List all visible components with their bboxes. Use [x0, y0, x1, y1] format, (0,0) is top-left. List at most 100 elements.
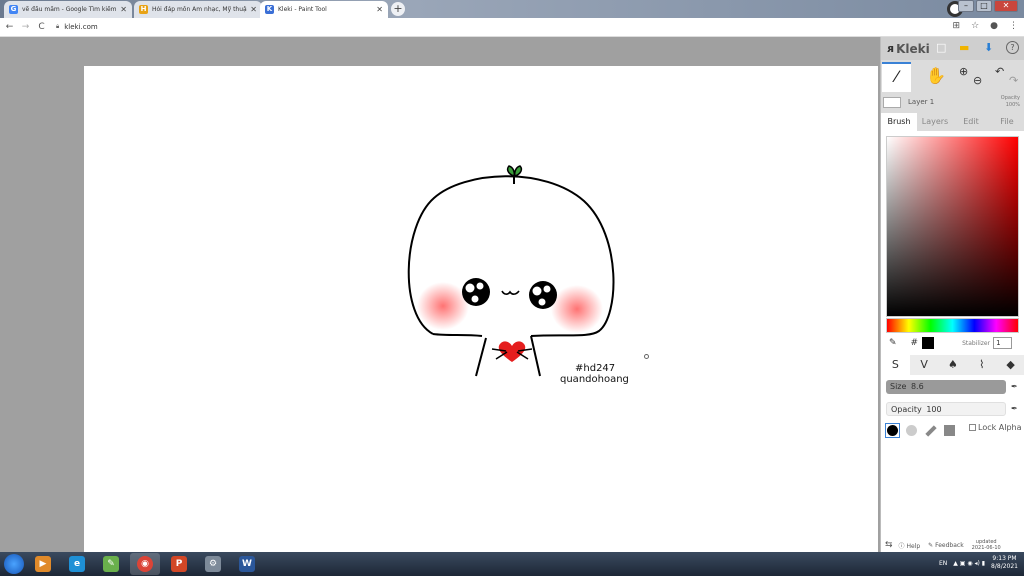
kleki-logo-text: Kleki: [896, 41, 930, 56]
kleki-logo-icon: ᴙ: [887, 42, 895, 55]
taskbar-paint[interactable]: ✎: [96, 553, 126, 575]
browser-tab-google[interactable]: G vẽ đầu mầm - Google Tìm kiếm ✕: [4, 1, 132, 18]
window-controls: – □ ✕: [958, 0, 1018, 12]
stabilizer-select[interactable]: 1: [993, 337, 1013, 349]
updated-date: 2021-06-10: [971, 545, 1001, 551]
bookmark-star-icon[interactable]: ☆: [971, 21, 979, 31]
browser-tab-hoidap[interactable]: H Hỏi đáp môn Âm nhạc, Mỹ thuật ✕: [134, 1, 262, 18]
eraser-icon[interactable]: ◆: [996, 355, 1024, 375]
start-button[interactable]: [4, 554, 24, 574]
chrome-icon: ◉: [137, 556, 153, 572]
zoom-out-icon[interactable]: ⊖: [973, 74, 982, 87]
clock[interactable]: 9:13 PM 8/8/2021: [991, 555, 1018, 571]
zoom-in-icon[interactable]: ⊕: [959, 65, 968, 78]
maximize-button[interactable]: □: [976, 0, 992, 12]
help-label: Help: [906, 542, 921, 550]
tab-edit[interactable]: Edit: [953, 113, 989, 131]
hue-slider[interactable]: [886, 318, 1019, 333]
taskbar-chrome[interactable]: ◉: [130, 553, 160, 575]
circle-shape-icon[interactable]: [885, 423, 900, 438]
undo-icon[interactable]: ↶: [995, 65, 1004, 78]
left-cheek-curve: [432, 333, 483, 337]
download-icon[interactable]: ⬇: [984, 41, 993, 54]
pen-brush-icon[interactable]: S: [881, 355, 910, 375]
lock-icon: 🔒︎: [56, 23, 60, 30]
taskbar-word[interactable]: W: [232, 553, 262, 575]
translate-icon[interactable]: ⊞: [953, 21, 961, 31]
close-tab-icon[interactable]: ✕: [376, 5, 383, 14]
hoidap-favicon-icon: H: [139, 5, 148, 14]
browser-tab-kleki[interactable]: K Kleki - Paint Tool ✕: [260, 1, 388, 18]
signature-hashtag: #hd247: [575, 363, 616, 374]
language-indicator[interactable]: EN: [939, 560, 947, 567]
layer-preview-row[interactable]: Layer 1 Opacity 100%: [881, 95, 1024, 111]
open-folder-icon[interactable]: ▬: [959, 41, 969, 54]
taskbar-tools[interactable]: ⚙: [198, 553, 228, 575]
taskbar-internet-explorer[interactable]: e: [62, 553, 92, 575]
tab-file[interactable]: File: [989, 113, 1024, 131]
word-icon: W: [239, 556, 255, 572]
panel-header: ᴙ Kleki □ ▬ ⬇ ?: [881, 37, 1024, 60]
color-saturation-value-picker[interactable]: [886, 136, 1019, 317]
hex-input-button[interactable]: #: [911, 338, 919, 348]
blend-brush-icon[interactable]: V: [910, 355, 939, 375]
opacity-pressure-icon[interactable]: ✒: [1011, 404, 1018, 413]
new-image-icon[interactable]: □: [936, 41, 946, 54]
left-eye-sparkle-3: [471, 295, 479, 303]
kleki-favicon-icon: K: [265, 5, 274, 14]
help-button[interactable]: ⓘ Help: [899, 541, 921, 550]
account-icon[interactable]: ●: [990, 21, 998, 31]
close-window-button[interactable]: ✕: [994, 0, 1018, 12]
brush-tool-button[interactable]: ⁄: [882, 62, 911, 92]
tray-icons[interactable]: ▲ ▣ ◉ ◂) ▮: [953, 560, 985, 567]
url-text: kleki.com: [64, 23, 98, 31]
close-tab-icon[interactable]: ✕: [250, 5, 257, 14]
taskbar-powerpoint[interactable]: P: [164, 553, 194, 575]
signature-name: quandohoang: [560, 374, 629, 385]
url-field[interactable]: 🔒︎ kleki.com: [56, 23, 98, 31]
left-blush: [417, 282, 469, 330]
current-color-swatch[interactable]: [922, 337, 935, 349]
back-icon[interactable]: ←: [3, 22, 16, 32]
opacity-label: Opacity: [891, 405, 922, 414]
redo-icon[interactable]: ↷: [1009, 74, 1018, 87]
swap-side-icon[interactable]: ⇆: [885, 540, 893, 550]
lock-alpha-checkbox[interactable]: Lock Alpha: [969, 423, 1022, 432]
kleki-logo: ᴙ Kleki: [887, 42, 930, 56]
sketchy-brush-icon[interactable]: ♠: [939, 355, 968, 375]
soft-circle-shape-icon[interactable]: [904, 423, 919, 438]
heart: [498, 341, 526, 362]
pixel-brush-icon[interactable]: ⌇: [967, 355, 996, 375]
reload-icon[interactable]: C: [35, 22, 48, 32]
eyedropper-icon[interactable]: ✎: [889, 338, 897, 348]
size-pressure-icon[interactable]: ✒: [1011, 382, 1018, 391]
feedback-button[interactable]: ✎ Feedback: [928, 542, 964, 549]
minimize-button[interactable]: –: [958, 0, 974, 12]
layer-opacity-label: Opacity: [1000, 95, 1020, 101]
tab-title: Kleki - Paint Tool: [278, 6, 327, 13]
mouth: [501, 290, 520, 295]
close-tab-icon[interactable]: ✕: [120, 5, 127, 14]
internet-explorer-icon: e: [69, 556, 85, 572]
square-shape-icon[interactable]: [942, 423, 957, 438]
google-favicon-icon: G: [9, 5, 18, 14]
canvas-workspace[interactable]: #hd247 quandohoang: [0, 37, 880, 552]
tab-layers[interactable]: Layers: [917, 113, 953, 131]
forward-icon[interactable]: →: [19, 22, 32, 32]
tab-brush[interactable]: Brush: [881, 113, 917, 131]
taskbar-media-player[interactable]: ▶: [28, 553, 58, 575]
size-slider[interactable]: Size 8.6: [886, 380, 1006, 394]
browser-tab-strip: G vẽ đầu mầm - Google Tìm kiếm ✕ H Hỏi đ…: [0, 0, 1024, 18]
media-player-icon: ▶: [35, 556, 51, 572]
opacity-slider[interactable]: Opacity 100: [886, 402, 1006, 416]
chisel-shape-icon[interactable]: [923, 423, 938, 438]
hand-tool-icon[interactable]: ✋: [926, 66, 946, 85]
size-label: Size: [890, 382, 907, 391]
drawing-canvas[interactable]: #hd247 quandohoang: [84, 66, 878, 552]
layer-name: Layer 1: [908, 98, 935, 106]
lock-alpha-box[interactable]: [969, 424, 976, 431]
new-tab-button[interactable]: +: [391, 2, 405, 16]
browser-menu-icon[interactable]: ⋮: [1009, 21, 1018, 31]
windows-taskbar: ▶ e ✎ ◉ P ⚙ W EN ▲ ▣ ◉ ◂) ▮ 9:13 PM 8/8/…: [0, 552, 1024, 576]
help-icon[interactable]: ?: [1006, 41, 1019, 54]
